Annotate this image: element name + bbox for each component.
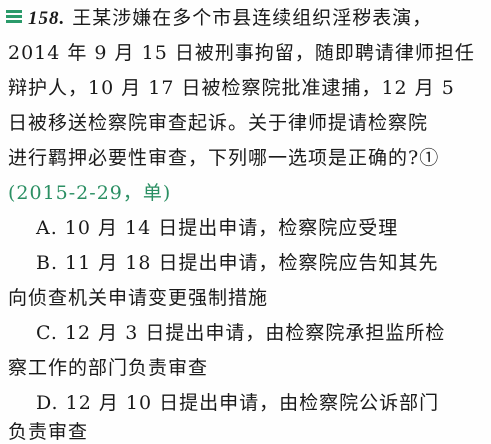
option-d-continued: 负责审查 xyxy=(8,421,89,443)
question-line-1: 158. 王某涉嫌在多个市县连续组织淫秽表演， xyxy=(28,6,432,31)
option-d: D. 12 月 10 日提出申请，由检察院公诉部门 xyxy=(36,392,440,414)
question-line-5: 进行羁押必要性审查，下列哪一选项是正确的?① xyxy=(8,147,440,169)
question-line-2: 2014 年 9 月 15 日被刑事拘留，随即聘请律师担任 xyxy=(8,42,475,64)
option-b: B. 11 月 18 日提出申请，检察院应告知其先 xyxy=(36,252,439,274)
question-text: 王某涉嫌在多个市县连续组织淫秽表演， xyxy=(72,7,433,29)
option-c-continued: 察工作的部门负责审查 xyxy=(8,357,209,379)
question-page: 158. 王某涉嫌在多个市县连续组织淫秽表演， 2014 年 9 月 15 日被… xyxy=(0,0,491,443)
question-source: (2015-2-29，单) xyxy=(8,182,172,204)
question-line-3: 辩护人，10 月 17 日被检察院批准逮捕，12 月 5 xyxy=(8,77,455,99)
option-b-continued: 向侦查机关申请变更强制措施 xyxy=(8,287,269,309)
option-a: A. 10 月 14 日提出申请，检察院应受理 xyxy=(36,217,399,239)
question-line-4: 日被移送检察院审查起诉。关于律师提请检察院 xyxy=(8,112,429,134)
question-list-icon xyxy=(6,10,22,24)
option-c: C. 12 月 3 日提出申请，由检察院承担监所检 xyxy=(36,322,446,344)
question-number: 158. xyxy=(28,8,66,29)
